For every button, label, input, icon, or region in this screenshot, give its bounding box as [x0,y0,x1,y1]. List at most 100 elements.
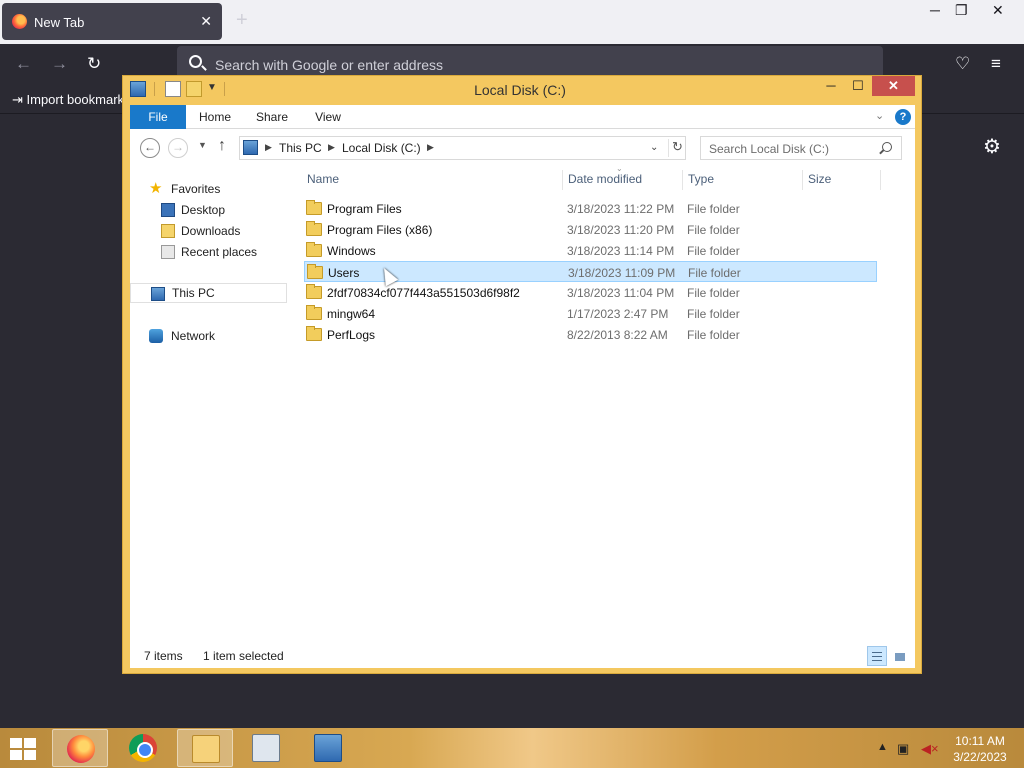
tab-file[interactable]: File [130,105,186,129]
file-type: File folder [687,328,740,342]
system-clock[interactable]: 10:11 AM 3/22/2023 [944,733,1016,765]
file-type: File folder [687,202,740,216]
folder-icon [307,264,323,279]
folder-icon [306,305,322,320]
taskbar-firefox[interactable] [52,729,108,767]
breadcrumb-this-pc[interactable]: This PC [279,141,322,155]
file-name: Users [328,266,360,280]
refresh-icon[interactable]: ↻ [668,139,686,157]
column-header-size[interactable]: Size [808,172,831,186]
start-button[interactable] [10,738,38,760]
tab-view[interactable]: View [306,105,350,129]
this-pc-icon [151,287,165,301]
large-icons-view-button[interactable] [890,646,910,666]
search-placeholder: Search Local Disk (C:) [709,142,830,156]
nav-recent-places[interactable]: Recent places [130,242,287,262]
windows-logo-icon [10,738,22,748]
breadcrumb-separator-icon[interactable]: ▶ [328,142,335,153]
breadcrumb[interactable]: ▶ This PC ▶ Local Disk (C:) ▶ ⌄ ↻ [239,136,686,160]
column-divider[interactable] [802,170,803,190]
tab-close-icon[interactable]: ✕ [200,13,212,30]
tab-home[interactable]: Home [193,105,237,129]
file-date: 8/22/2013 8:22 AM [567,328,668,342]
search-icon [189,55,202,68]
column-header-type[interactable]: Type [688,172,714,186]
folder-icon [306,221,322,236]
nav-downloads[interactable]: Downloads [130,221,287,241]
back-button[interactable]: ← [140,138,160,158]
clock-date: 3/22/2023 [953,750,1007,764]
file-type: File folder [687,307,740,321]
nav-this-pc[interactable]: This PC [130,283,287,303]
file-row[interactable]: Program Files 3/18/2023 11:22 PM File fo… [304,198,877,219]
windows-logo-icon [10,750,22,760]
file-date: 1/17/2023 2:47 PM [567,307,669,321]
search-box[interactable]: Search Local Disk (C:) [700,136,902,160]
file-row[interactable]: PerfLogs 8/22/2013 8:22 AM File folder [304,324,877,345]
taskbar-remote-desktop[interactable] [300,729,356,767]
back-arrow-icon[interactable]: ← [15,54,32,74]
nav-label: Favorites [171,182,221,196]
file-type: File folder [688,266,741,280]
close-button[interactable]: ✕ [872,76,915,96]
up-one-level-icon[interactable]: ↑ [218,137,226,155]
settings-gear-icon[interactable]: ⚙ [983,134,1001,159]
file-name: mingw64 [327,307,376,321]
file-date: 3/18/2023 11:04 PM [567,286,675,300]
taskbar-file-explorer[interactable] [177,729,233,767]
browser-tab-new-tab[interactable]: New Tab ✕ [2,3,222,40]
pocket-icon[interactable]: ♡ [955,54,970,74]
column-divider[interactable] [682,170,683,190]
file-type: File folder [687,223,740,237]
column-header-name[interactable]: Name [307,172,339,186]
breadcrumb-separator-icon[interactable]: ▶ [265,142,272,153]
column-header-date-modified[interactable]: Date modified [568,172,642,186]
expand-ribbon-chevron-icon[interactable]: ⌄ [875,109,884,122]
remote-desktop-icon [314,734,342,762]
network-icon[interactable]: ▣ [897,741,909,757]
import-bookmarks-label: Import bookmarks [26,92,131,107]
windows-logo-icon [24,750,36,760]
file-name: Program Files (x86) [327,223,433,237]
firefox-favicon-icon [12,14,27,29]
nav-favorites[interactable]: ★ Favorites [130,179,287,199]
recent-locations-dropdown-icon[interactable]: ▼ [198,140,207,150]
browser-minimize-button[interactable]: ─ [930,2,940,18]
forward-arrow-icon[interactable]: → [51,54,68,74]
file-row[interactable]: mingw64 1/17/2023 2:47 PM File folder [304,303,877,324]
breadcrumb-separator-icon[interactable]: ▶ [427,142,434,153]
browser-close-button[interactable]: ✕ [992,2,1004,19]
reload-icon[interactable]: ↻ [87,54,101,74]
taskbar-calculator[interactable] [238,729,294,767]
folder-icon [306,242,322,257]
breadcrumb-local-disk[interactable]: Local Disk (C:) [342,141,421,155]
file-row[interactable]: Program Files (x86) 3/18/2023 11:20 PM F… [304,219,877,240]
tab-share[interactable]: Share [250,105,294,129]
address-toolbar: ← → ▼ ↑ ▶ This PC ▶ Local Disk (C:) ▶ ⌄ … [130,129,915,165]
file-row[interactable]: 2fdf70834cf077f443a551503d6f98f2 3/18/20… [304,282,877,303]
show-hidden-icons-chevron[interactable]: ▲ [877,741,888,753]
forward-button[interactable]: → [168,138,188,158]
file-date: 3/18/2023 11:20 PM [567,223,675,237]
maximize-button[interactable]: ☐ [847,76,869,96]
column-divider[interactable] [562,170,563,190]
nav-desktop[interactable]: Desktop [130,200,287,220]
import-bookmarks-link[interactable]: ⇥ Import bookmarks [12,92,131,108]
column-divider[interactable] [880,170,881,190]
file-name: Program Files [327,202,402,216]
nav-label: Desktop [181,203,226,217]
new-tab-button[interactable]: + [236,10,248,30]
hamburger-menu-icon[interactable]: ≡ [991,54,1001,74]
nav-network[interactable]: Network [130,326,287,346]
file-name: 2fdf70834cf077f443a551503d6f98f2 [327,286,520,300]
browser-restore-button[interactable]: ❐ [955,2,968,19]
details-view-button[interactable] [867,646,887,666]
window-title-bar[interactable]: ▼ Local Disk (C:) ─ ☐ ✕ [123,76,923,104]
taskbar-chrome[interactable] [115,729,171,767]
file-row[interactable]: Windows 3/18/2023 11:14 PM File folder [304,240,877,261]
volume-muted-icon[interactable]: ◀× [921,741,939,757]
address-dropdown-icon[interactable]: ⌄ [650,142,658,153]
help-icon[interactable]: ? [895,109,911,125]
file-type: File folder [687,244,740,258]
minimize-button[interactable]: ─ [820,76,842,96]
